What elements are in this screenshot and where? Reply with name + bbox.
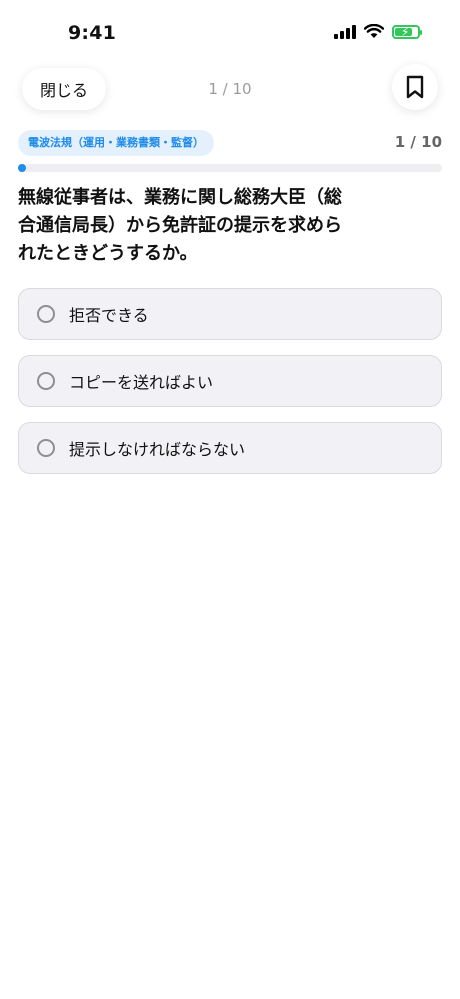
answer-option-label: コピーを送ればよい	[69, 373, 214, 392]
status-bar: 9:41 ⚡	[0, 0, 460, 60]
answer-option-label: 提示しなければならない	[69, 440, 246, 459]
bookmark-icon	[406, 75, 424, 99]
answer-option-label: 拒否できる	[69, 306, 149, 325]
top-nav: 閉じる 1 / 10	[0, 64, 460, 114]
status-time: 9:41	[68, 22, 117, 44]
answer-options: 拒否できる コピーを送ればよい 提示しなければならない	[18, 288, 442, 489]
cellular-signal-icon	[334, 24, 356, 39]
radio-icon	[37, 439, 55, 457]
answer-option[interactable]: 提示しなければならない	[18, 422, 442, 474]
bookmark-button[interactable]	[392, 64, 438, 110]
radio-icon	[37, 305, 55, 323]
question-text: 無線従事者は、業務に関し総務大臣（総合通信局長）から免許証の提示を求められたとき…	[18, 187, 342, 264]
category-row: 電波法規（運用・業務書類・監督） 1 / 10	[18, 130, 442, 156]
status-icons: ⚡	[334, 24, 422, 39]
progress-fill	[18, 164, 27, 172]
answer-option[interactable]: 拒否できる	[18, 288, 442, 340]
category-badge: 電波法規（運用・業務書類・監督）	[18, 130, 214, 156]
nav-counter: 1 / 10	[208, 80, 252, 98]
answer-option[interactable]: コピーを送ればよい	[18, 355, 442, 407]
question-count: 1 / 10	[394, 133, 442, 151]
radio-icon	[37, 372, 55, 390]
progress-bar	[18, 164, 442, 172]
battery-charging-icon: ⚡	[392, 24, 422, 39]
wifi-icon	[364, 24, 384, 38]
